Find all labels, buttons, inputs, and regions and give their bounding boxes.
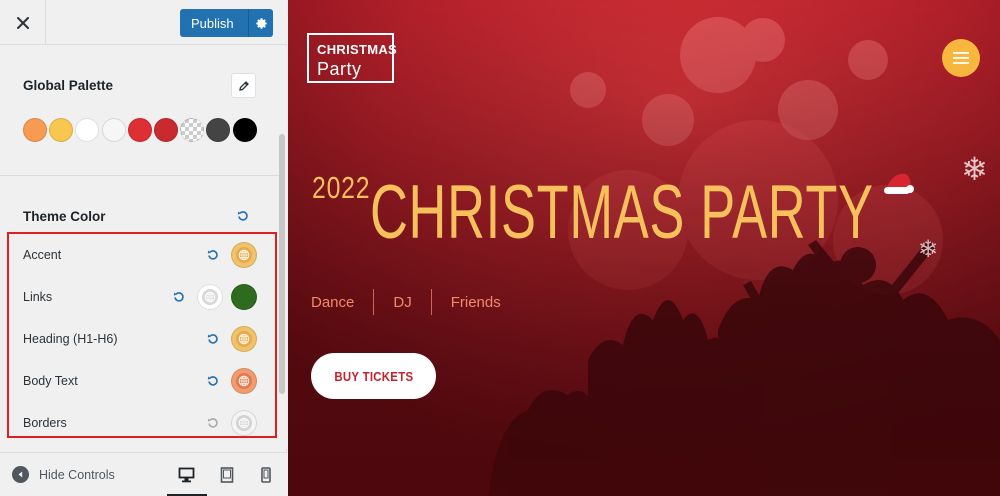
reset-icon[interactable] [207,332,219,350]
collapse-arrow-icon [12,466,29,483]
site-logo[interactable]: CHRISTMAS Party [307,33,397,83]
global-color-icon [236,331,252,347]
publish-settings-button[interactable] [249,17,273,30]
tag-divider [373,289,375,315]
theme-color-row: Links [23,282,273,312]
controls-scroll-area: Global Palette Theme Color Accent Links He… [0,46,287,449]
global-palette-title: Global Palette [23,78,114,93]
global-color-icon [236,373,252,389]
palette-swatch[interactable] [101,118,126,142]
menu-button[interactable] [942,39,980,77]
gear-icon [255,17,267,29]
theme-color-label: Borders [23,416,67,430]
theme-color-label: Links [23,290,53,304]
theme-color-label: Heading (H1-H6) [23,332,118,346]
global-color-icon [236,415,252,431]
theme-color-title: Theme Color [23,209,106,224]
reset-icon[interactable] [173,290,185,308]
color-picker-button[interactable] [231,368,257,394]
color-picker-button[interactable] [197,284,223,310]
global-color-icon [202,289,218,305]
snowflake-icon: ❄ [961,150,988,188]
reset-icon[interactable] [207,374,219,392]
palette-swatch[interactable] [23,118,47,142]
logo-line-1: CHRISTMAS [317,42,397,57]
panel-scrollbar[interactable] [279,134,285,394]
hero-tag[interactable]: Dance [311,294,354,311]
hero-tag[interactable]: DJ [393,294,411,311]
global-palette-section: Global Palette [0,46,280,176]
logo-line-2: Party [317,59,362,79]
hero-title: CHRISTMAS PARTY [370,170,874,255]
hide-controls-button[interactable]: Hide Controls [12,466,115,483]
theme-color-row: Heading (H1-H6) [23,324,273,354]
edit-palette-button[interactable] [231,73,256,98]
palette-swatch[interactable] [206,118,231,142]
theme-color-label: Body Text [23,374,78,388]
mobile-icon [261,467,271,483]
tag-divider [430,289,432,315]
snowflake-icon: ❄ [918,235,939,263]
palette-swatches [23,118,259,142]
palette-swatch[interactable] [153,118,178,142]
tablet-icon [220,467,234,483]
customizer-panel: Publish Global Palette Theme Color Accen… [0,0,287,496]
theme-color-row: Borders [23,408,273,438]
hero-tags: Dance DJ Friends [311,288,501,316]
buy-tickets-button[interactable]: BUY TICKETS [311,353,436,399]
customizer-header: Publish [0,0,287,45]
hero-tag[interactable]: Friends [451,294,501,311]
hero-year: 2022 [312,170,371,205]
buy-tickets-label: BUY TICKETS [334,368,413,384]
color-picker-button[interactable] [231,410,257,436]
customizer-footer: Hide Controls [0,452,287,496]
theme-color-row: Accent [23,240,273,270]
reset-icon[interactable] [207,248,219,266]
publish-button[interactable]: Publish [180,9,273,37]
palette-swatch[interactable] [232,118,257,142]
palette-swatch[interactable] [75,118,100,142]
publish-label: Publish [191,15,234,31]
santa-hat-icon [884,173,914,194]
site-preview: CHRISTMAS Party 2022 CHRISTMAS PARTY Dan… [288,0,1000,496]
device-tablet-button[interactable] [215,463,239,487]
palette-swatch[interactable] [127,118,152,142]
color-picker-button[interactable] [231,284,257,310]
palette-swatch[interactable] [49,118,74,142]
desktop-icon [178,467,194,483]
theme-color-section: Theme Color Accent Links Heading (H1-H6) Bo… [0,177,280,449]
device-mobile-button[interactable] [254,463,278,487]
hide-controls-label: Hide Controls [39,467,115,482]
reset-icon[interactable] [207,416,219,434]
theme-color-row: Body Text [23,366,273,396]
close-button[interactable] [0,0,46,45]
hamburger-icon [953,52,969,64]
close-icon [16,16,29,29]
pencil-icon [238,80,249,91]
color-picker-button[interactable] [231,326,257,352]
global-color-icon [236,247,252,263]
device-desktop-button[interactable] [174,463,198,487]
palette-swatch[interactable] [180,118,205,142]
reset-icon[interactable] [237,210,249,222]
color-picker-button[interactable] [231,242,257,268]
theme-color-label: Accent [23,248,62,262]
